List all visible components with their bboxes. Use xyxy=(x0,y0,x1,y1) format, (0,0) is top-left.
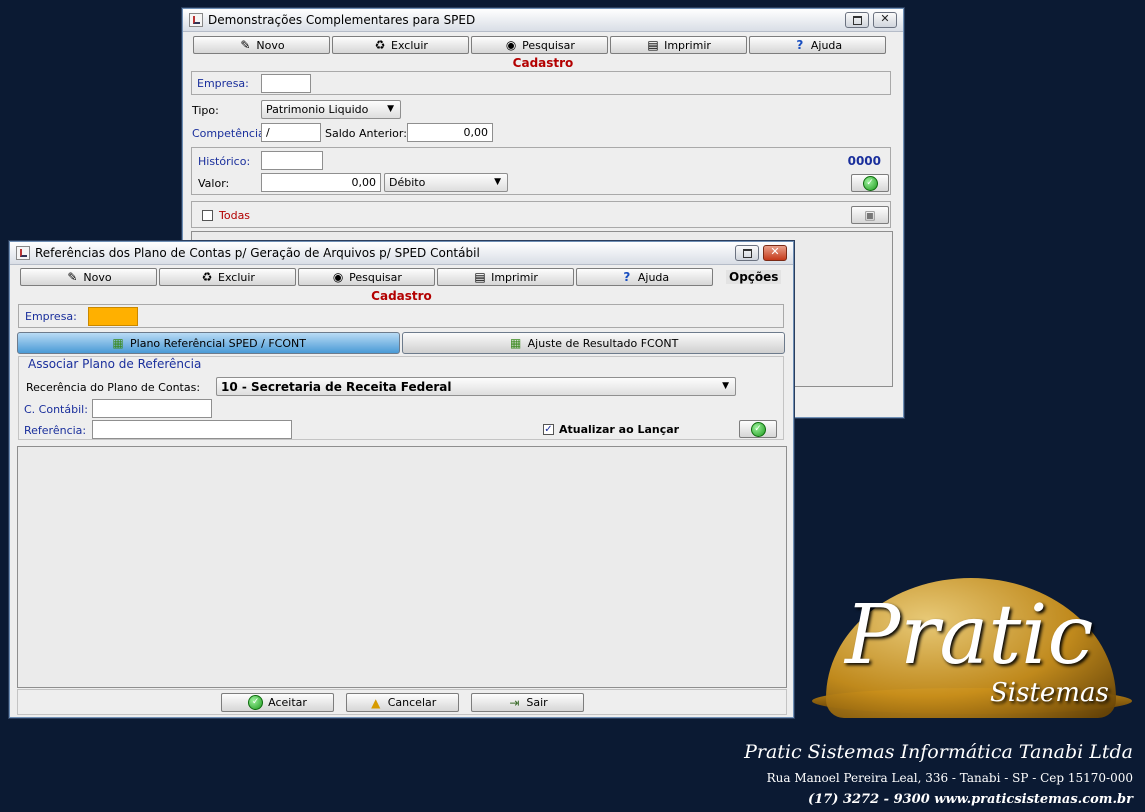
close-button[interactable] xyxy=(873,12,897,28)
atualizar-checkbox[interactable]: ✓ xyxy=(543,424,554,435)
empresa-label: Empresa: xyxy=(197,77,249,90)
data-grid[interactable] xyxy=(17,446,787,688)
java-app-icon xyxy=(16,246,30,260)
todas-panel: Todas ▣ xyxy=(191,201,891,228)
todas-checkbox[interactable] xyxy=(202,210,213,221)
valor-field[interactable]: 0,00 xyxy=(261,173,381,192)
binoculars-icon: ◉ xyxy=(505,38,517,52)
company-address: Rua Manoel Pereira Leal, 336 - Tanabi - … xyxy=(766,771,1133,785)
chevron-down-icon: ▼ xyxy=(387,104,394,114)
tipo-select[interactable]: Patrimonio Liquido ▼ xyxy=(261,100,401,119)
trash-icon: ▣ xyxy=(864,208,876,222)
window-title: Demonstrações Complementares para SPED xyxy=(208,13,476,27)
warning-icon: ▲ xyxy=(371,695,381,710)
restore-button[interactable] xyxy=(735,245,759,261)
valor-label: Valor: xyxy=(198,177,230,190)
c-contabil-field[interactable] xyxy=(92,399,212,418)
novo-button[interactable]: ✎ Novo xyxy=(20,268,157,286)
ajuda-button[interactable]: ? Ajuda xyxy=(749,36,886,54)
referencia-label: Referência: xyxy=(24,424,87,437)
check-icon: ✓ xyxy=(750,421,766,437)
exit-icon: ⇥ xyxy=(509,695,520,710)
logo-word: Pratic xyxy=(845,588,1094,683)
debito-select[interactable]: Débito ▼ xyxy=(384,173,508,192)
confirm-button[interactable]: ✓ xyxy=(851,174,889,192)
tab-plano-referencial[interactable]: ▦ Plano Referêncial SPED / FCONT xyxy=(17,332,400,354)
excluir-button[interactable]: ♻ Excluir xyxy=(159,268,296,286)
section-title: Cadastro xyxy=(512,56,574,70)
company-contact: (17) 3272 - 9300 www.praticsistemas.com.… xyxy=(808,792,1133,807)
saldo-label: Saldo Anterior: xyxy=(325,127,407,140)
cancelar-button[interactable]: ▲ Cancelar xyxy=(346,693,459,712)
document-check-icon: ▦ xyxy=(112,336,124,350)
help-icon: ? xyxy=(796,38,804,52)
opcoes-menu[interactable]: Opções xyxy=(726,270,782,284)
group-title: Associar Plano de Referência xyxy=(26,357,204,371)
empresa-field[interactable] xyxy=(88,307,138,326)
toolbar: ✎ Novo ♻ Excluir ◉ Pesquisar ▤ Imprimir ? Aju… xyxy=(20,268,713,286)
c-contabil-label: C. Contábil: xyxy=(24,403,88,416)
window-referencias: Referências dos Plano de Contas p/ Geraç… xyxy=(9,241,794,718)
titlebar[interactable]: Demonstrações Complementares para SPED xyxy=(183,9,903,32)
logo-sub: Sistemas xyxy=(990,678,1109,708)
historico-field[interactable] xyxy=(261,151,323,170)
document-icon: ▦ xyxy=(509,336,522,350)
tipo-label: Tipo: xyxy=(192,104,219,117)
restore-button[interactable] xyxy=(845,12,869,28)
aceitar-button[interactable]: ✓ Aceitar xyxy=(221,693,334,712)
pesquisar-button[interactable]: ◉ Pesquisar xyxy=(298,268,435,286)
counter: 0000 xyxy=(847,154,881,168)
imprimir-button[interactable]: ▤ Imprimir xyxy=(437,268,574,286)
referencia-field[interactable] xyxy=(92,420,292,439)
close-button[interactable] xyxy=(763,245,787,261)
titlebar[interactable]: Referências dos Plano de Contas p/ Geraç… xyxy=(10,242,793,265)
chevron-down-icon: ▼ xyxy=(494,177,501,187)
delete-button[interactable]: ▣ xyxy=(851,206,889,224)
empresa-panel: Empresa: xyxy=(18,304,784,328)
section-title: Cadastro xyxy=(371,289,432,303)
binoculars-icon: ◉ xyxy=(332,270,344,284)
recerencia-select[interactable]: 10 - Secretaria de Receita Federal ▼ xyxy=(216,377,736,396)
excluir-button[interactable]: ♻ Excluir xyxy=(332,36,469,54)
novo-button[interactable]: ✎ Novo xyxy=(193,36,330,54)
associar-group: Associar Plano de Referência Recerência … xyxy=(18,356,784,440)
sair-button[interactable]: ⇥ Sair xyxy=(471,693,584,712)
check-icon: ✓ xyxy=(862,175,878,191)
pencil-icon: ✎ xyxy=(240,38,251,52)
empresa-panel: Empresa: xyxy=(191,71,891,95)
atualizar-label: Atualizar ao Lançar xyxy=(559,423,680,436)
help-icon: ? xyxy=(623,270,631,284)
printer-icon: ▤ xyxy=(647,38,659,52)
competencia-label: Competência: xyxy=(192,127,269,140)
pesquisar-button[interactable]: ◉ Pesquisar xyxy=(471,36,608,54)
competencia-field[interactable]: / xyxy=(261,123,321,142)
toolbar: ✎ Novo ♻ Excluir ◉ Pesquisar ▤ Imprimir ? Aju… xyxy=(193,36,886,54)
trash-icon: ♻ xyxy=(374,38,386,52)
window-title: Referências dos Plano de Contas p/ Geraç… xyxy=(35,246,480,260)
ajuda-button[interactable]: ? Ajuda xyxy=(576,268,713,286)
recerencia-label: Recerência do Plano de Contas: xyxy=(26,381,201,394)
pencil-icon: ✎ xyxy=(67,270,78,284)
chevron-down-icon: ▼ xyxy=(722,381,729,391)
imprimir-button[interactable]: ▤ Imprimir xyxy=(610,36,747,54)
historico-label: Histórico: xyxy=(198,155,251,168)
printer-icon: ▤ xyxy=(474,270,486,284)
todas-label: Todas xyxy=(219,209,251,222)
confirm-button[interactable]: ✓ xyxy=(739,420,777,438)
historico-panel: Histórico: 0000 Valor: 0,00 Débito ▼ ✓ xyxy=(191,147,891,195)
empresa-field[interactable] xyxy=(261,74,311,93)
empresa-label: Empresa: xyxy=(25,310,77,323)
java-app-icon xyxy=(189,13,203,27)
company-name: Pratic Sistemas Informática Tanabi Ltda xyxy=(744,741,1133,763)
trash-icon: ♻ xyxy=(201,270,213,284)
bottom-bar: ✓ Aceitar ▲ Cancelar ⇥ Sair xyxy=(17,689,787,715)
check-icon: ✓ xyxy=(248,695,264,710)
tab-ajuste-resultado[interactable]: ▦ Ajuste de Resultado FCONT xyxy=(402,332,785,354)
saldo-field[interactable]: 0,00 xyxy=(407,123,493,142)
